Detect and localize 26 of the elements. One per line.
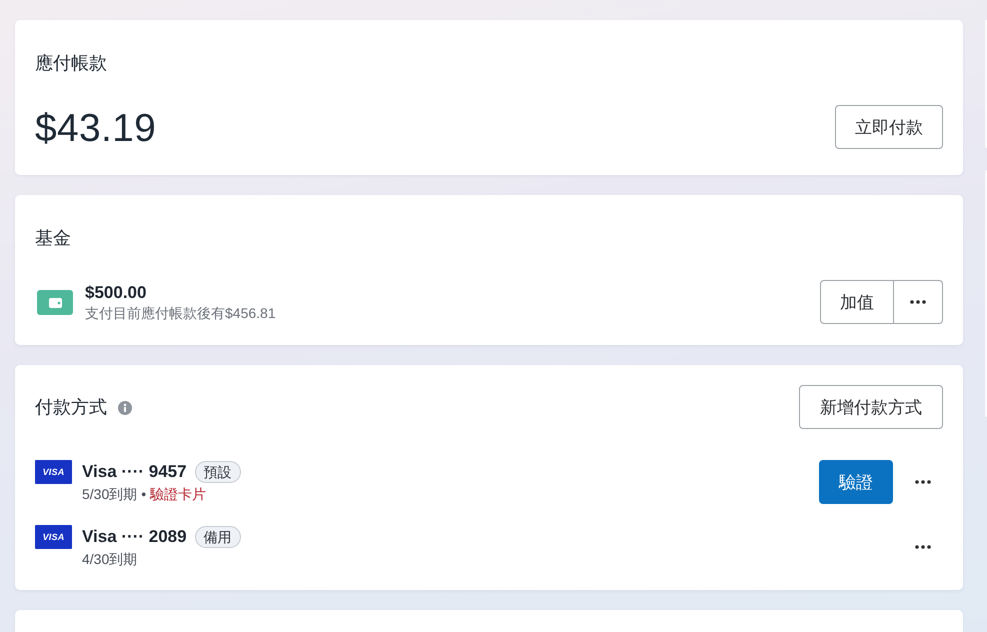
verify-button[interactable]: 驗證 [819, 460, 893, 504]
pay-now-button[interactable]: 立即付款 [835, 105, 943, 149]
card-name: Visa ···· 9457 [82, 461, 187, 483]
verify-card-link[interactable]: 驗證卡片 [150, 486, 206, 502]
more-button[interactable] [913, 542, 933, 552]
card-title: 應付帳款 [35, 52, 107, 74]
card-tag: 備用 [194, 526, 241, 548]
card-name: Visa ···· 2089 [82, 526, 187, 548]
fund-note: 支付目前應付帳款後有$456.81 [85, 304, 276, 322]
card-title: 基金 [35, 227, 71, 249]
top-up-button[interactable]: 加值 [820, 280, 894, 324]
amount-due: $43.19 [35, 106, 156, 152]
add-payment-method-button[interactable]: 新增付款方式 [799, 385, 943, 429]
card-title: 付款方式 [35, 396, 107, 418]
more-icon [915, 545, 931, 549]
card-brand-logo: VISA [35, 460, 72, 484]
more-icon [915, 480, 931, 484]
card-expiry: 5/30到期 • 驗證卡片 [82, 485, 206, 504]
card-tag: 預設 [194, 461, 241, 483]
wallet-icon [37, 290, 73, 314]
fund-balance: $500.00 [85, 282, 146, 302]
more-icon [910, 300, 926, 304]
card-brand-logo: VISA [35, 525, 72, 549]
more-button[interactable] [913, 477, 933, 487]
info-icon[interactable] [118, 401, 132, 415]
card-expiry: 4/30到期 [82, 550, 138, 569]
